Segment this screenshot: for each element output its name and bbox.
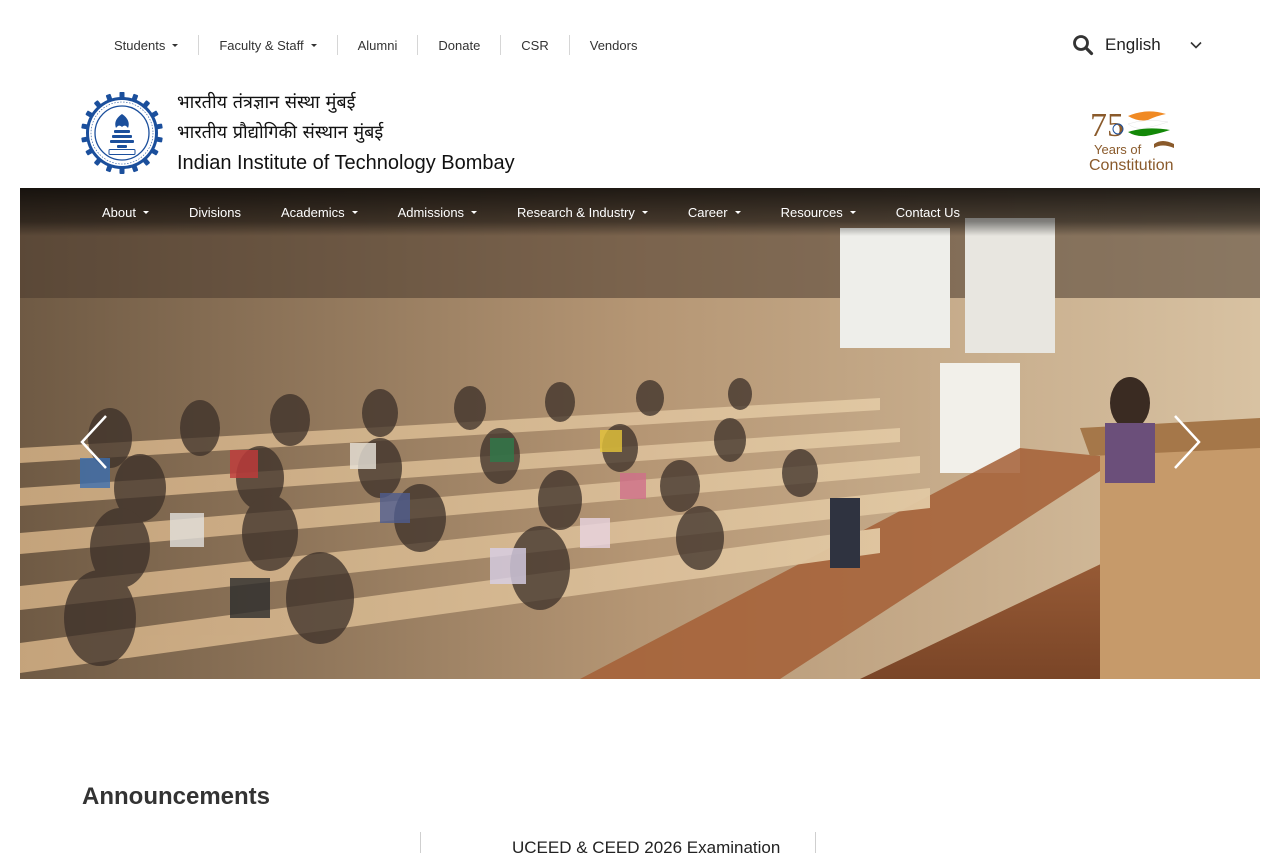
- util-students[interactable]: Students: [94, 35, 198, 55]
- nav-resources[interactable]: Resources: [761, 205, 876, 220]
- nav-admissions-label: Admissions: [397, 204, 465, 220]
- caret-down-icon: [142, 211, 149, 214]
- utility-nav: Students Faculty & Staff Alumni Donate C…: [94, 28, 657, 62]
- util-faculty-label: Faculty & Staff: [219, 37, 304, 53]
- caret-down-icon: [641, 211, 648, 214]
- util-donate[interactable]: Donate: [417, 35, 500, 55]
- site-brand[interactable]: भारतीय तंत्रज्ञान संस्था मुंबई भारतीय प्…: [81, 88, 515, 178]
- nav-research-label: Research & Industry: [517, 204, 635, 220]
- util-vendors[interactable]: Vendors: [568, 35, 658, 55]
- util-vendors-label: Vendors: [589, 37, 638, 53]
- brand-text: भारतीय तंत्रज्ञान संस्था मुंबई भारतीय प्…: [177, 88, 515, 178]
- util-donate-label: Donate: [438, 37, 481, 53]
- caret-down-icon: [734, 211, 741, 214]
- hero-lecture-hall-image: [20, 188, 1260, 679]
- caret-down-icon: [351, 211, 358, 214]
- announcements-divider: [815, 832, 816, 853]
- caret-down-icon: [471, 211, 478, 214]
- main-nav: About Divisions Academics Admissions Res…: [20, 188, 1260, 236]
- badge-number: 75: [1090, 107, 1124, 144]
- hero-carousel[interactable]: About Divisions Academics Admissions Res…: [20, 188, 1260, 679]
- nav-academics-label: Academics: [281, 204, 345, 220]
- nav-divisions[interactable]: Divisions: [169, 205, 261, 220]
- search-icon[interactable]: [1072, 34, 1094, 56]
- announcements-heading: Announcements: [82, 783, 271, 810]
- nav-contact-label: Contact Us: [895, 204, 961, 220]
- util-csr-label: CSR: [521, 37, 549, 53]
- nav-career[interactable]: Career: [668, 205, 761, 220]
- chevron-down-icon: [1190, 41, 1202, 49]
- nav-career-label: Career: [687, 204, 728, 220]
- badge-years-of: Years of: [1094, 142, 1142, 157]
- carousel-next-arrow-icon[interactable]: [1171, 414, 1203, 470]
- nav-academics[interactable]: Academics: [261, 205, 378, 220]
- caret-down-icon: [172, 44, 179, 47]
- language-label: English: [1105, 35, 1161, 54]
- nav-research-industry[interactable]: Research & Industry: [497, 205, 668, 220]
- nav-about-label: About: [102, 204, 136, 220]
- nav-divisions-label: Divisions: [188, 204, 241, 220]
- brand-hindi-line-2: भारतीय प्रौद्योगिकी संस्थान मुंबई: [177, 122, 384, 143]
- nav-resources-label: Resources: [780, 204, 843, 220]
- search-language-area: English: [1072, 33, 1203, 57]
- caret-down-icon: [310, 44, 317, 47]
- caret-down-icon: [849, 211, 856, 214]
- util-alumni[interactable]: Alumni: [336, 35, 418, 55]
- announcements-divider: [420, 832, 421, 853]
- brand-english-name: Indian Institute of Technology Bombay: [177, 152, 515, 174]
- nav-about[interactable]: About: [82, 205, 169, 220]
- announcement-item[interactable]: UCEED & CEED 2026 Examination: [512, 838, 780, 853]
- carousel-prev-arrow-icon[interactable]: [78, 414, 110, 470]
- language-select[interactable]: English: [1105, 35, 1203, 55]
- brand-hindi-line-1: भारतीय तंत्रज्ञान संस्था मुंबई: [177, 92, 356, 113]
- nav-contact-us[interactable]: Contact Us: [876, 205, 980, 220]
- util-students-label: Students: [114, 37, 166, 53]
- badge-constitution: Constitution: [1089, 157, 1174, 172]
- util-alumni-label: Alumni: [357, 37, 398, 53]
- iitb-logo: [81, 92, 163, 174]
- util-faculty-staff[interactable]: Faculty & Staff: [198, 35, 336, 55]
- nav-admissions[interactable]: Admissions: [378, 205, 497, 220]
- 75-years-constitution-badge[interactable]: 75 Years of Constitution: [1088, 104, 1184, 172]
- util-csr[interactable]: CSR: [500, 35, 568, 55]
